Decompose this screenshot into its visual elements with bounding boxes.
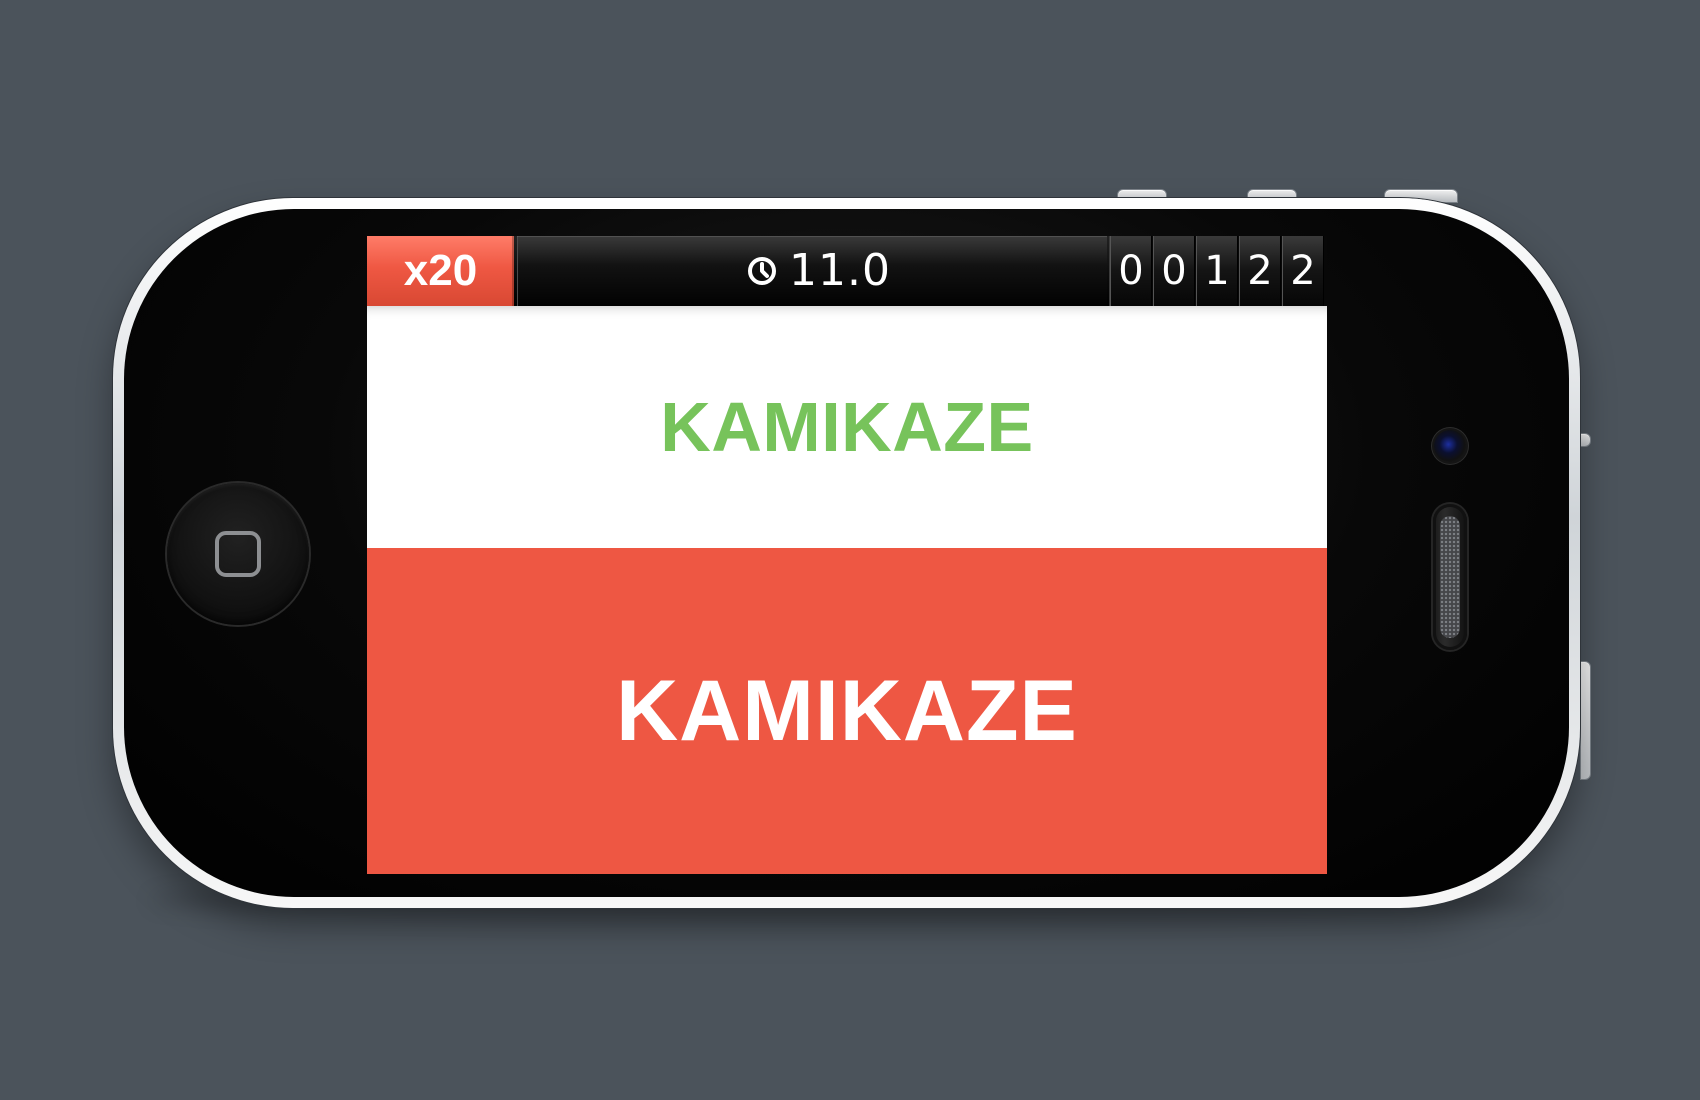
score-counter: 0 0 1 2 2 [1109,236,1327,306]
front-camera [1434,430,1466,462]
score-digit: 1 [1196,236,1238,306]
answer-word: KAMIKAZE [616,663,1078,759]
score-digit: 0 [1153,236,1195,306]
prompt-word: KAMIKAZE [660,388,1034,466]
side-rail-button [1580,661,1591,780]
clock-icon [748,257,776,285]
score-digit: 2 [1282,236,1324,306]
prompt-panel: KAMIKAZE [367,306,1327,548]
side-notch [1580,433,1591,447]
game-hud: x20 11.0 0 0 1 2 2 [367,236,1327,306]
score-digit: 2 [1239,236,1281,306]
timer-value: 11.0 [789,245,891,296]
speaker-mesh [1440,516,1460,638]
multiplier-badge: x20 [367,236,514,306]
answer-button[interactable]: KAMIKAZE [367,548,1327,874]
game-screen: x20 11.0 0 0 1 2 2 KAMIKAZE KAMIKAZE [367,236,1327,874]
app-stage: x20 11.0 0 0 1 2 2 KAMIKAZE KAMIKAZE [0,0,1700,1100]
home-button-square-icon [215,531,261,577]
score-digit: 0 [1110,236,1152,306]
timer-display: 11.0 [745,236,891,306]
home-button[interactable] [167,483,309,625]
earpiece-speaker [1433,504,1467,650]
